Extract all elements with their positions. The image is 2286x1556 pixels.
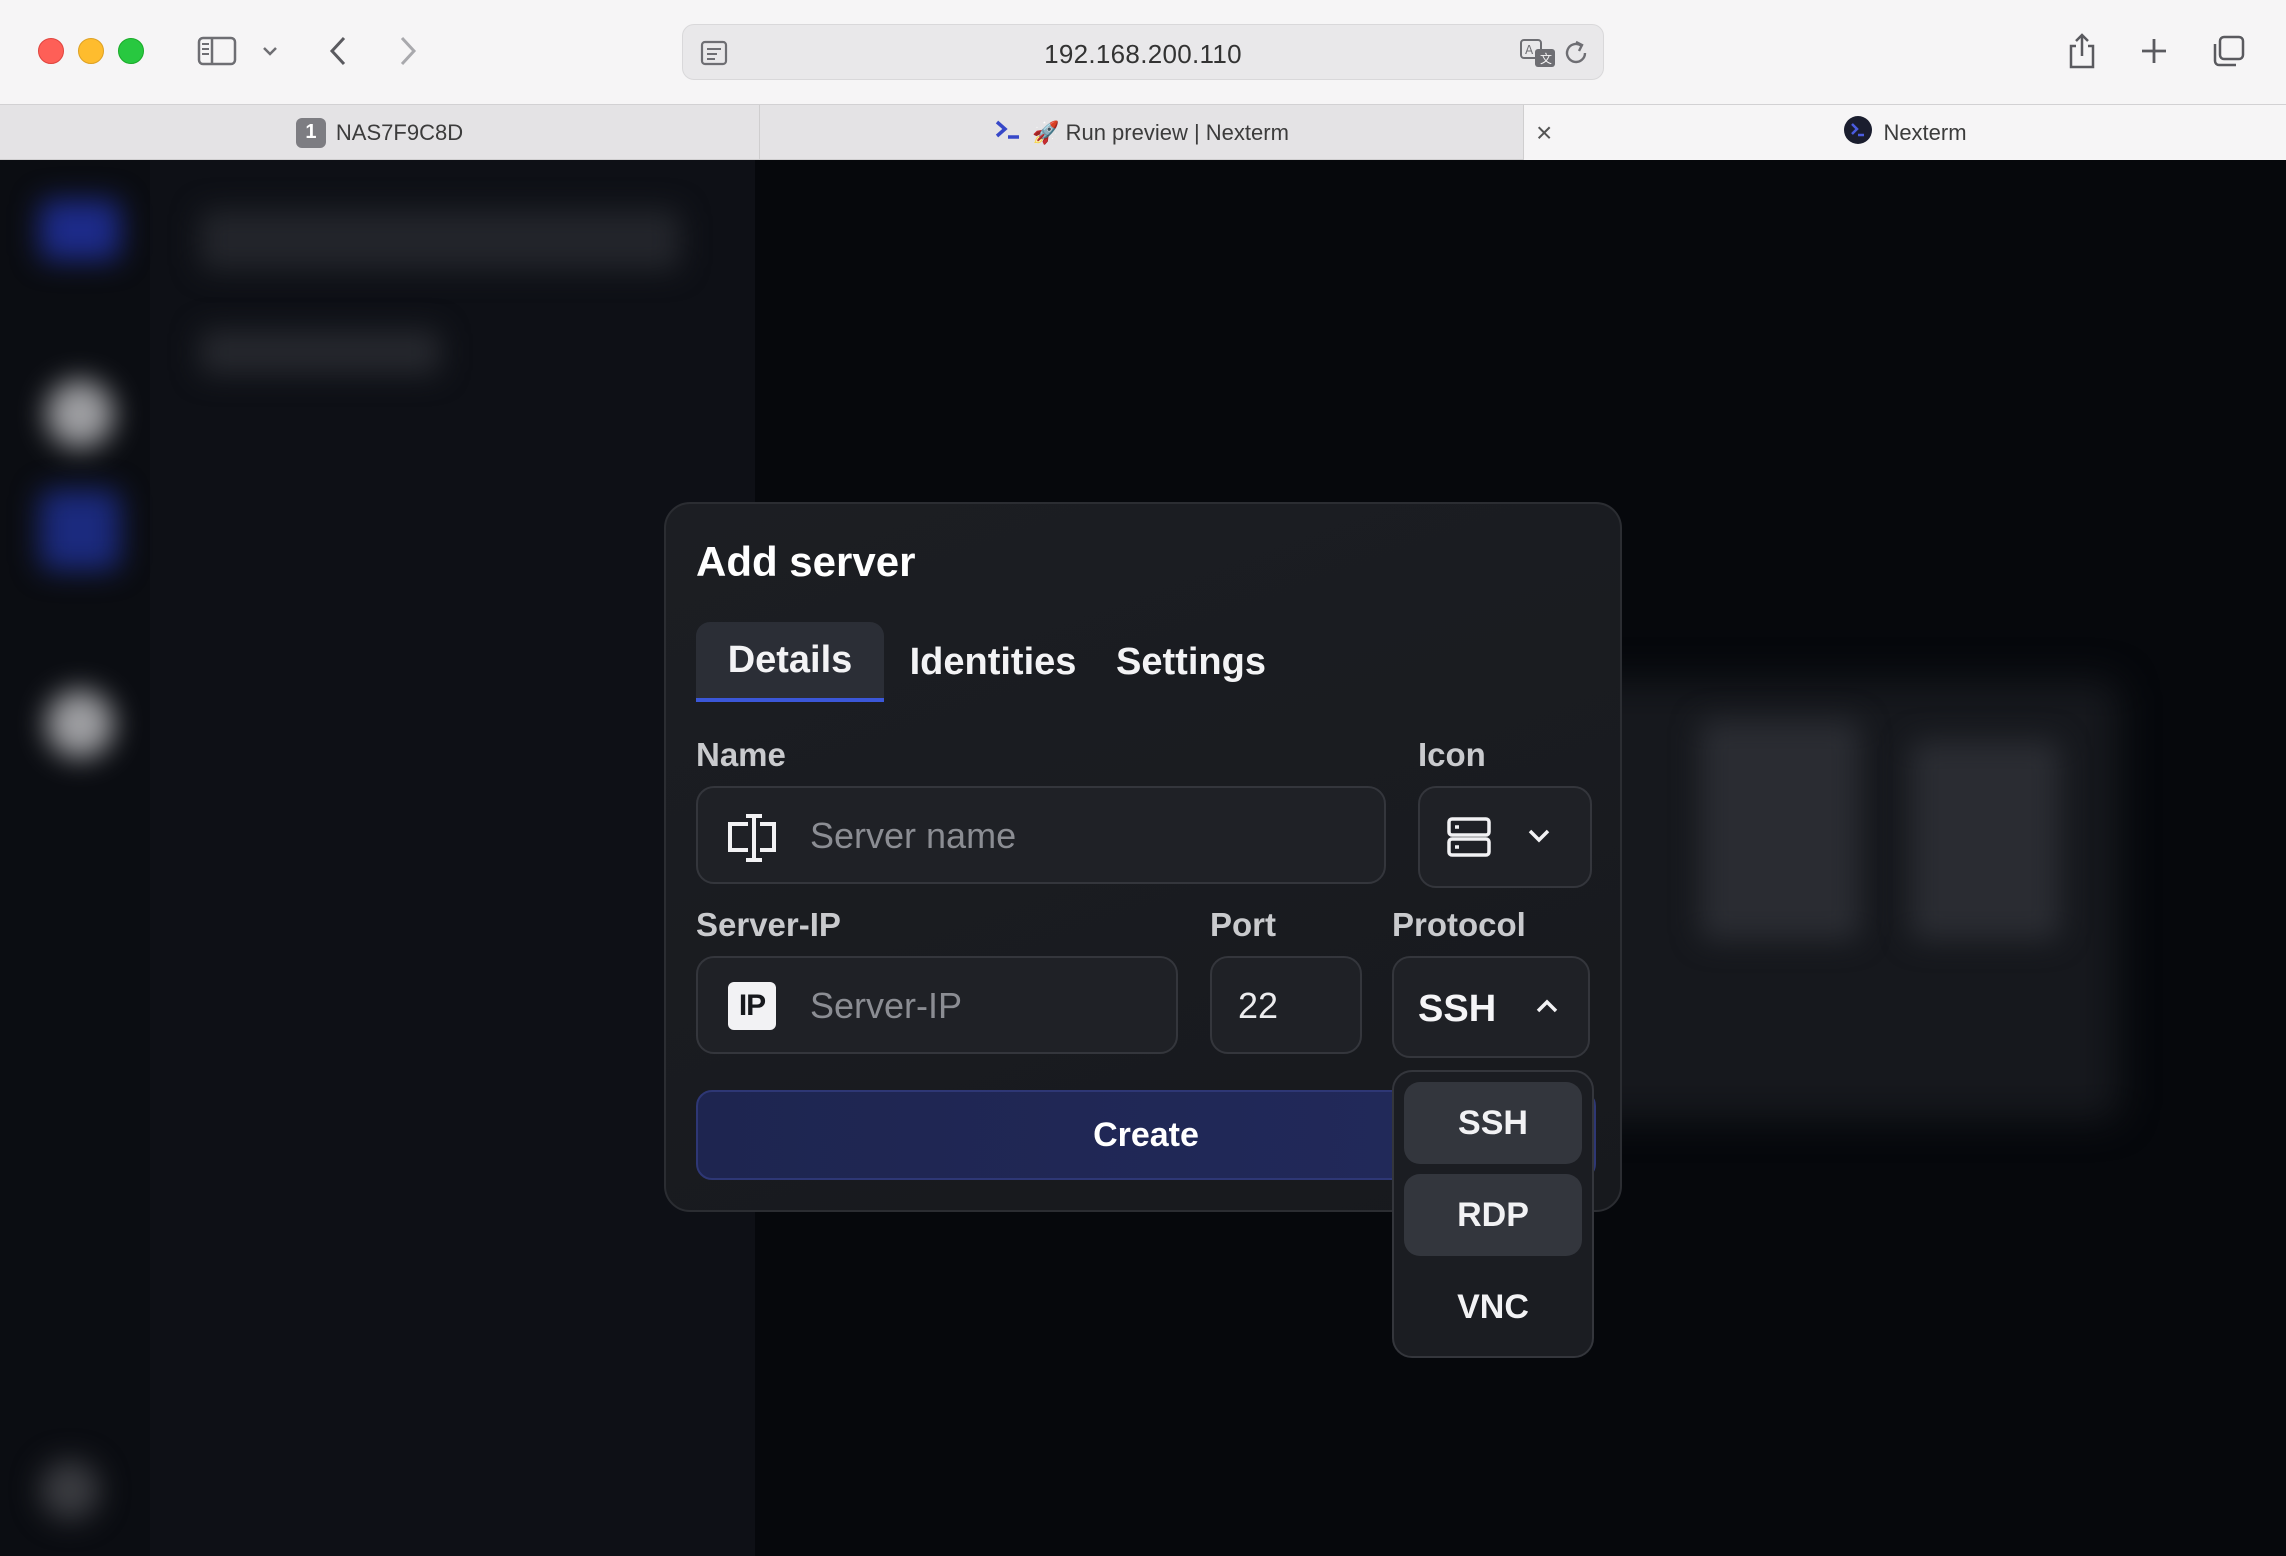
icon-label: Icon xyxy=(1418,736,1486,773)
url-text: 192.168.200.110 xyxy=(1044,39,1242,69)
browser-tab-nexterm[interactable]: × Nexterm xyxy=(1524,105,2286,161)
ip-address-icon: IP xyxy=(728,982,776,1030)
tab-title: NAS7F9C8D xyxy=(335,119,464,145)
tab-badge: 1 xyxy=(295,117,326,148)
sidebar-icon[interactable] xyxy=(192,24,242,78)
protocol-dropdown: SSH RDP VNC xyxy=(1392,1070,1594,1358)
logo-blur xyxy=(40,200,120,260)
browser-tab-nas[interactable]: 1 NAS7F9C8D xyxy=(0,105,760,160)
svg-text:文: 文 xyxy=(1540,51,1552,66)
name-label: Name xyxy=(696,736,786,773)
plus-icon[interactable] xyxy=(2134,24,2174,78)
nexterm-logo-icon xyxy=(994,119,1022,147)
protocol-option-vnc[interactable]: VNC xyxy=(1404,1266,1582,1348)
browser-toolbar: 192.168.200.110 A文 xyxy=(0,0,2286,104)
tab-identities[interactable]: Identities xyxy=(878,622,1108,702)
chevron-right-icon[interactable] xyxy=(390,24,426,78)
nexterm-favicon-icon xyxy=(1843,115,1873,151)
protocol-select[interactable]: SSH xyxy=(1392,956,1590,1058)
nav-icon-blur xyxy=(40,490,120,570)
chevron-left-icon[interactable] xyxy=(320,24,356,78)
zoom-window-button[interactable] xyxy=(118,38,144,64)
dialog-tabs: Details Identities Settings xyxy=(696,622,1596,706)
svg-text:A: A xyxy=(1525,43,1534,57)
nav-icon-blur xyxy=(46,380,114,448)
port-input[interactable]: 22 xyxy=(1210,956,1362,1054)
nav-icon-blur xyxy=(46,690,114,758)
server-icon xyxy=(1446,814,1492,865)
chevron-down-icon xyxy=(1524,824,1554,853)
search-blur xyxy=(200,210,680,270)
icon-select[interactable] xyxy=(1418,786,1592,888)
background-card-blur xyxy=(1700,720,1860,940)
background-card-blur xyxy=(1910,740,2060,940)
sidebar-backdrop xyxy=(0,160,150,1556)
ip-badge-text: IP xyxy=(738,989,766,1022)
protocol-option-rdp[interactable]: RDP xyxy=(1404,1174,1582,1256)
text-cursor-icon xyxy=(724,810,780,871)
tabs-overview-icon[interactable] xyxy=(2208,24,2248,78)
close-tab-icon[interactable]: × xyxy=(1536,117,1552,149)
tab-title: Nexterm xyxy=(1883,120,1967,145)
server-ip-placeholder: Server-IP xyxy=(810,985,963,1026)
protocol-value: SSH xyxy=(1418,988,1497,1030)
tab-settings[interactable]: Settings xyxy=(1076,622,1306,702)
close-window-button[interactable] xyxy=(38,38,64,64)
tab-strip: 1 NAS7F9C8D 🚀 Run preview | Nexterm × Ne… xyxy=(0,104,2286,161)
folder-blur xyxy=(200,330,440,374)
nav-icon-blur xyxy=(40,1460,100,1520)
server-ip-label: Server-IP xyxy=(696,906,841,943)
protocol-label: Protocol xyxy=(1392,906,1526,943)
tab-details[interactable]: Details xyxy=(696,622,884,702)
port-label: Port xyxy=(1210,906,1276,943)
browser-tab-run-preview[interactable]: 🚀 Run preview | Nexterm xyxy=(760,105,1524,160)
port-value: 22 xyxy=(1238,985,1279,1026)
dialog-title: Add server xyxy=(696,538,916,585)
address-bar[interactable]: 192.168.200.110 A文 xyxy=(682,24,1604,80)
protocol-option-ssh[interactable]: SSH xyxy=(1404,1082,1582,1164)
translate-icon[interactable]: A文 xyxy=(1519,37,1557,74)
server-ip-input[interactable]: IP Server-IP xyxy=(696,956,1178,1054)
reload-icon[interactable] xyxy=(1561,38,1591,73)
server-name-placeholder: Server name xyxy=(810,815,1017,856)
chevron-up-icon xyxy=(1532,994,1562,1023)
chevron-down-icon[interactable] xyxy=(256,24,284,78)
server-name-input[interactable]: Server name xyxy=(696,786,1386,884)
tab-title: 🚀 Run preview | Nexterm xyxy=(1032,119,1289,145)
share-icon[interactable] xyxy=(2062,24,2102,78)
minimize-window-button[interactable] xyxy=(78,38,104,64)
